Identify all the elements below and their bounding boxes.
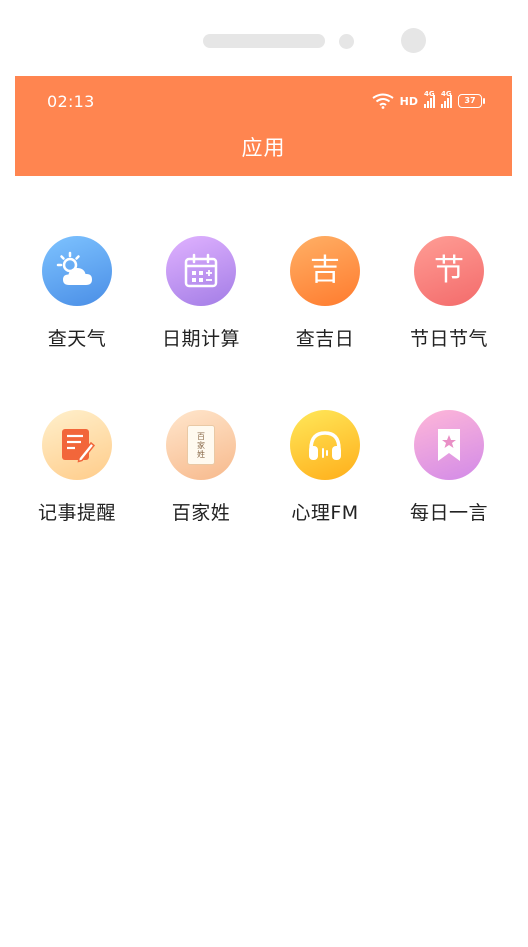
app-weather[interactable]: 查天气 (15, 236, 139, 351)
page-title: 应用 (241, 136, 286, 160)
app-notes[interactable]: 记事提醒 (15, 410, 139, 525)
app-label: 记事提醒 (37, 502, 116, 524)
note-icon (42, 410, 112, 480)
app-date-calc[interactable]: 日期计算 (139, 236, 263, 351)
app-psych-fm[interactable]: 心理FM (263, 410, 387, 525)
festival-icon: 节 (414, 236, 484, 306)
headphones-icon (290, 410, 360, 480)
status-time: 02:13 (47, 92, 95, 111)
proximity-sensor (339, 34, 354, 49)
app-label: 查天气 (47, 328, 107, 350)
app-label: 百家姓 (171, 502, 231, 524)
status-bar: 02:13 HD 4G 4G 37 (15, 76, 512, 124)
speaker-grille (203, 34, 325, 48)
app-surnames[interactable]: 百家姓 百家姓 (139, 410, 263, 525)
calendar-icon (166, 236, 236, 306)
hd-indicator: HD (399, 94, 418, 108)
wifi-icon (372, 93, 394, 109)
app-daily-quote[interactable]: 每日一言 (387, 410, 511, 525)
app-label: 心理FM (291, 502, 359, 524)
status-icons: HD 4G 4G 37 (372, 90, 485, 110)
device-bezel (0, 0, 528, 78)
lucky-day-icon: 吉 (290, 236, 360, 306)
app-label: 节日节气 (409, 328, 488, 350)
app-label: 日期计算 (161, 328, 240, 350)
app-header: 02:13 HD 4G 4G 37 应用 (15, 76, 512, 176)
front-camera (401, 28, 426, 53)
app-label: 查吉日 (295, 328, 355, 350)
app-festival[interactable]: 节 节日节气 (387, 236, 511, 351)
signal-icon-sim2: 4G (441, 90, 452, 108)
weather-icon (42, 236, 112, 306)
app-lucky-day[interactable]: 吉 查吉日 (263, 236, 387, 351)
book-cover-text: 百家姓 (196, 431, 206, 459)
surname-book-icon: 百家姓 (166, 410, 236, 480)
bookmark-star-icon (414, 410, 484, 480)
battery-icon: 37 (458, 94, 485, 108)
app-label: 每日一言 (409, 502, 488, 524)
signal-icon-sim1: 4G (424, 90, 435, 108)
